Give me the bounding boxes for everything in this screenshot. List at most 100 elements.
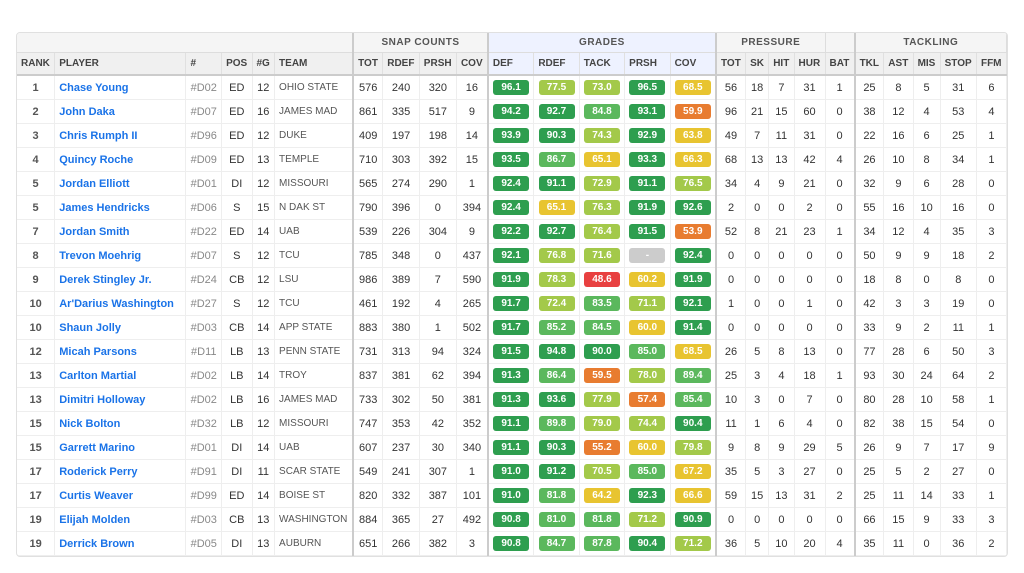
cov-cell: 15 [456, 148, 487, 172]
hur-cell: 0 [794, 268, 825, 292]
rank-cell: 15 [17, 412, 55, 436]
ffm-cell: 3 [976, 220, 1006, 244]
team-cell: TEMPLE [275, 148, 354, 172]
hur-cell: 60 [794, 100, 825, 124]
ast-cell: 38 [884, 412, 913, 436]
rdef-cell: 381 [383, 364, 420, 388]
tack-grade-cell: 70.5 [579, 460, 624, 484]
stop-cell: 36 [940, 532, 976, 556]
ffm-cell: 3 [976, 340, 1006, 364]
table-row: 13 Dimitri Holloway #D02 LB 16 JAMES MAD… [17, 388, 1007, 412]
player-cell: James Hendricks [55, 196, 186, 220]
cov-cell: 16 [456, 75, 487, 100]
ffm-cell: 1 [976, 316, 1006, 340]
tot-cell: 883 [353, 316, 383, 340]
p-tot-cell: 56 [716, 75, 746, 100]
col-team: TEAM [275, 53, 354, 76]
sk-cell: 8 [746, 436, 769, 460]
cov-grade-cell: 92.4 [670, 244, 716, 268]
tack-grade-cell: 79.0 [579, 412, 624, 436]
rdef-grade-cell: 76.8 [534, 244, 579, 268]
pos-cell: CB [222, 508, 252, 532]
sk-cell: 0 [746, 292, 769, 316]
rdef-grade-cell: 89.8 [534, 412, 579, 436]
stop-cell: 8 [940, 268, 976, 292]
pos-cell: LB [222, 364, 252, 388]
cov-grade-cell: 90.9 [670, 508, 716, 532]
bat-cell: 4 [825, 148, 855, 172]
tot-cell: 565 [353, 172, 383, 196]
prsh-grade-cell: 71.2 [625, 508, 670, 532]
col-player: PLAYER [55, 53, 186, 76]
hur-cell: 18 [794, 364, 825, 388]
ffm-cell: 3 [976, 508, 1006, 532]
table-row: 17 Curtis Weaver #D99 ED 14 BOISE ST 820… [17, 484, 1007, 508]
rank-cell: 17 [17, 484, 55, 508]
hur-cell: 7 [794, 388, 825, 412]
ffm-cell: 9 [976, 436, 1006, 460]
rdef-grade-cell: 81.0 [534, 508, 579, 532]
tot-cell: 607 [353, 436, 383, 460]
hur-cell: 31 [794, 484, 825, 508]
def-grade-cell: 91.3 [488, 364, 534, 388]
team-cell: TROY [275, 364, 354, 388]
cov-cell: 1 [456, 460, 487, 484]
rdef-grade-cell: 81.8 [534, 484, 579, 508]
stop-cell: 31 [940, 75, 976, 100]
prsh-grade-cell: 85.0 [625, 460, 670, 484]
tkl-cell: 82 [855, 412, 884, 436]
ffm-cell: 0 [976, 268, 1006, 292]
tot-cell: 409 [353, 124, 383, 148]
col-pos: POS [222, 53, 252, 76]
rdef-grade-cell: 78.3 [534, 268, 579, 292]
team-cell: TCU [275, 244, 354, 268]
sk-cell: 13 [746, 148, 769, 172]
g-cell: 14 [252, 436, 275, 460]
sk-cell: 5 [746, 340, 769, 364]
rdef-grade-cell: 90.3 [534, 124, 579, 148]
tkl-cell: 55 [855, 196, 884, 220]
mis-cell: 15 [913, 412, 940, 436]
sk-cell: 1 [746, 412, 769, 436]
rdef-grade-cell: 65.1 [534, 196, 579, 220]
ffm-cell: 0 [976, 412, 1006, 436]
prsh-cell: 304 [419, 220, 456, 244]
group-header-row: SNAP COUNTS GRADES PRESSURE TACKLING [17, 33, 1007, 53]
tkl-cell: 25 [855, 484, 884, 508]
g-cell: 14 [252, 220, 275, 244]
p-tot-cell: 26 [716, 340, 746, 364]
hit-cell: 7 [769, 75, 794, 100]
prsh-grade-cell: 60.0 [625, 316, 670, 340]
mis-cell: 9 [913, 244, 940, 268]
ast-cell: 12 [884, 100, 913, 124]
col-cov: COV [456, 53, 487, 76]
tkl-cell: 42 [855, 292, 884, 316]
g-cell: 13 [252, 508, 275, 532]
cov-grade-cell: 66.6 [670, 484, 716, 508]
pos-cell: S [222, 196, 252, 220]
mis-cell: 2 [913, 460, 940, 484]
cov-grade-cell: 79.8 [670, 436, 716, 460]
num-cell: #D06 [186, 196, 222, 220]
prsh-cell: 517 [419, 100, 456, 124]
stop-cell: 18 [940, 244, 976, 268]
pos-cell: DI [222, 172, 252, 196]
sk-cell: 0 [746, 196, 769, 220]
table-row: 5 James Hendricks #D06 S 15 N DAK ST 790… [17, 196, 1007, 220]
p-tot-cell: 59 [716, 484, 746, 508]
tot-cell: 790 [353, 196, 383, 220]
mis-cell: 10 [913, 388, 940, 412]
tack-grade-cell: 48.6 [579, 268, 624, 292]
num-cell: #D05 [186, 532, 222, 556]
cov-cell: 352 [456, 412, 487, 436]
player-cell: Carlton Martial [55, 364, 186, 388]
hur-cell: 20 [794, 532, 825, 556]
hit-cell: 0 [769, 196, 794, 220]
cov-cell: 265 [456, 292, 487, 316]
rank-cell: 13 [17, 364, 55, 388]
col-mis: MIS [913, 53, 940, 76]
team-cell: MISSOURI [275, 412, 354, 436]
pos-cell: ED [222, 100, 252, 124]
stop-cell: 50 [940, 340, 976, 364]
col-header-row: RANK PLAYER # POS #G TEAM TOT RDEF PRSH … [17, 53, 1007, 76]
